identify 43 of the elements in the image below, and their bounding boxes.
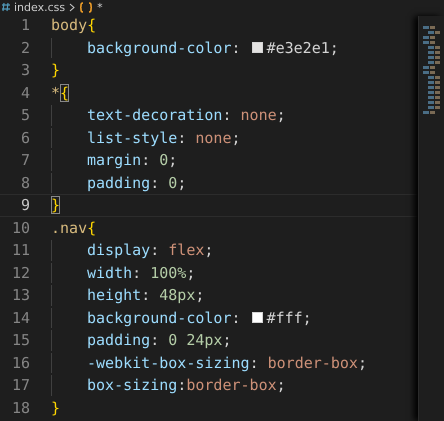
code-text: #e3e2e1; xyxy=(266,38,339,58)
code-text: box-sizing:border-box; xyxy=(87,375,286,396)
line-number: 10 xyxy=(10,218,30,238)
line-number: 9 xyxy=(20,195,30,216)
line-number: 2 xyxy=(20,38,30,58)
line-number: 6 xyxy=(20,128,30,148)
code-text: .nav{ xyxy=(51,218,96,238)
code-text: } xyxy=(51,60,60,81)
code-text: text-decoration: none; xyxy=(87,105,286,126)
code-text: -webkit-box-sizing: border-box; xyxy=(87,352,367,374)
css-file-icon xyxy=(2,2,10,12)
braces-icon xyxy=(79,2,94,12)
line-number: 18 xyxy=(10,398,30,418)
code-text: *{ xyxy=(51,82,70,104)
line-number: 11 xyxy=(10,240,30,261)
line-number: 4 xyxy=(20,82,30,104)
code-text: width: 100%; xyxy=(87,262,196,284)
line-number: 8 xyxy=(20,172,30,194)
code-text: background-color: xyxy=(87,38,242,58)
code-text: display: flex; xyxy=(87,240,214,261)
code-text: padding: 0; xyxy=(87,172,186,194)
breadcrumb-file[interactable]: index.css xyxy=(14,0,66,14)
line-number: 5 xyxy=(20,105,30,126)
line-number: 7 xyxy=(20,150,30,171)
line-number: 16 xyxy=(10,352,30,374)
line-number: 17 xyxy=(10,375,30,396)
code-text: body{ xyxy=(51,15,96,36)
code-text: height: 48px; xyxy=(87,285,204,306)
code-text: } xyxy=(51,398,60,418)
code-text: #fff; xyxy=(266,308,312,328)
breadcrumb-symbol[interactable]: * xyxy=(97,0,103,14)
code-text: } xyxy=(51,195,60,216)
line-number: 1 xyxy=(20,15,30,36)
line-number: 3 xyxy=(20,60,30,81)
code-text: background-color: xyxy=(87,308,242,328)
line-number: 12 xyxy=(10,262,30,284)
line-number: 15 xyxy=(10,330,30,351)
code-text: margin: 0; xyxy=(87,150,178,171)
line-number: 14 xyxy=(10,308,30,328)
code-text: list-style: none; xyxy=(87,128,241,148)
chevron-icon xyxy=(69,2,76,12)
code-text: padding: 0 24px; xyxy=(87,330,232,351)
line-number: 13 xyxy=(10,285,30,306)
